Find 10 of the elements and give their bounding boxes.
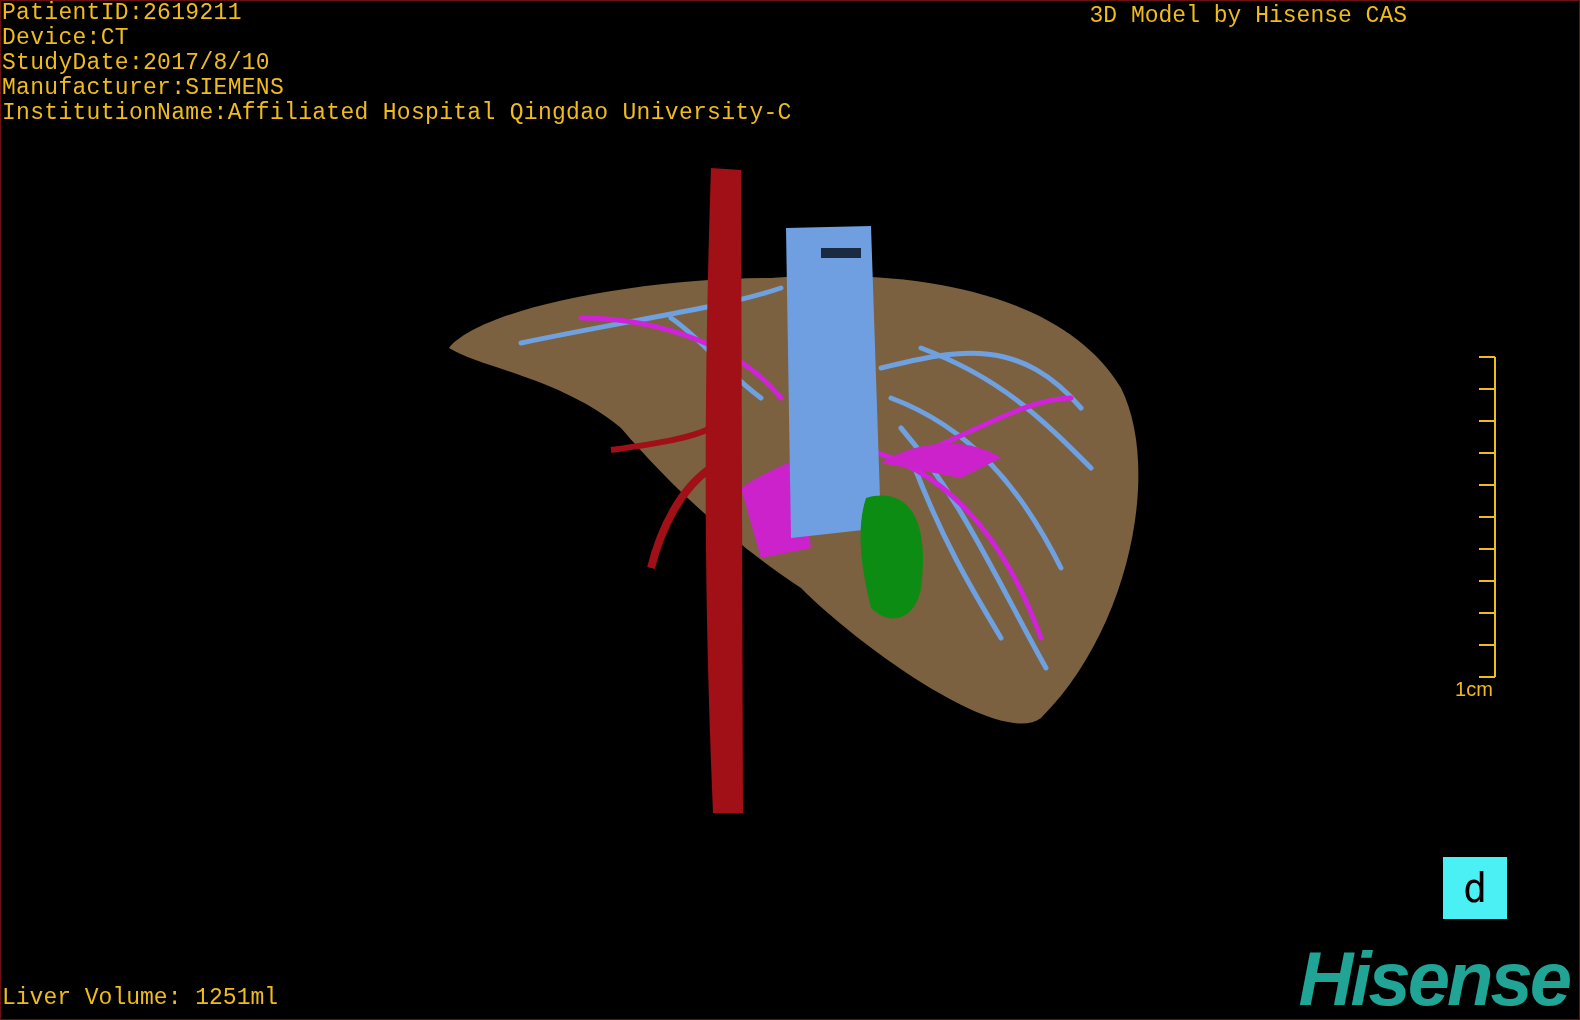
liver-volume-text: Liver Volume: 1251ml — [1, 985, 279, 1011]
view-button[interactable]: d — [1443, 857, 1507, 919]
study-info-line: Manufacturer:SIEMENS — [2, 76, 286, 101]
scale-label: 1cm — [1455, 678, 1493, 700]
study-info-line: StudyDate:2017/8/10 — [2, 51, 271, 76]
study-info-line: PatientID:2619211 — [2, 1, 243, 26]
study-info-line: InstitutionName:Affiliated Hospital Qingdao University-C — [2, 101, 792, 126]
study-info-line: Device:CT — [2, 26, 130, 51]
brand-logo: Hisense — [1298, 943, 1571, 1015]
model-caption: 3D Model by Hisense CAS — [1089, 2, 1407, 31]
